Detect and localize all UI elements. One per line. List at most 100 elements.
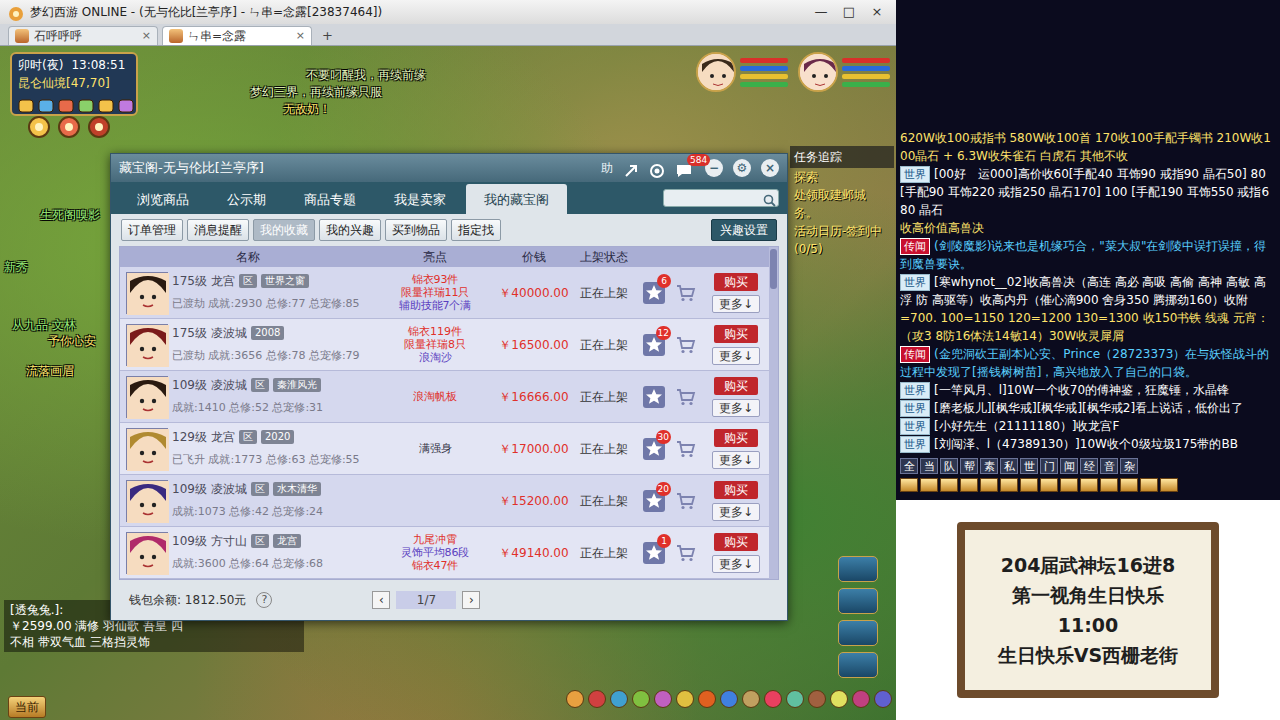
- buy-button[interactable]: 购买: [714, 325, 758, 343]
- buy-button[interactable]: 购买: [714, 273, 758, 291]
- subnav-button[interactable]: 我的收藏: [253, 219, 315, 241]
- emblem-icon[interactable]: [58, 116, 80, 138]
- chat-tool-icon[interactable]: [1060, 478, 1078, 492]
- subnav-button[interactable]: 我的兴趣: [319, 219, 381, 241]
- chat-tool-icon[interactable]: [940, 478, 958, 492]
- chat-tool-icon[interactable]: [1160, 478, 1178, 492]
- more-button[interactable]: 更多↓: [712, 399, 760, 417]
- buy-button[interactable]: 购买: [714, 377, 758, 395]
- prev-page[interactable]: ‹: [372, 591, 390, 609]
- character-avatar-icon[interactable]: [126, 532, 168, 574]
- channel-filter[interactable]: 世: [1020, 458, 1038, 474]
- channel-filter[interactable]: 私: [1000, 458, 1018, 474]
- chat-tool-icon[interactable]: [980, 478, 998, 492]
- task-title[interactable]: 任务追踪: [790, 146, 894, 168]
- table-row[interactable]: 129级龙宫区2020已飞升 成就:1773 总修:63 总宠修:55满强身￥1…: [120, 423, 769, 475]
- buy-button[interactable]: 购买: [714, 533, 758, 551]
- cart-icon[interactable]: [675, 334, 697, 356]
- character-avatar-icon[interactable]: [126, 376, 168, 418]
- chat-tool-icon[interactable]: [1000, 478, 1018, 492]
- subnav-button[interactable]: 订单管理: [121, 219, 183, 241]
- skill-icon[interactable]: [830, 690, 848, 708]
- subnav-button[interactable]: 买到物品: [385, 219, 447, 241]
- favorite-star-icon[interactable]: 1: [643, 542, 665, 564]
- magnifier-icon[interactable]: [763, 191, 776, 204]
- menu-icon[interactable]: [18, 96, 34, 112]
- record-icon[interactable]: [649, 160, 665, 176]
- menu-icon[interactable]: [838, 556, 878, 582]
- skill-icon[interactable]: [698, 690, 716, 708]
- scrollbar[interactable]: [769, 247, 778, 579]
- menu-icon[interactable]: [838, 620, 878, 646]
- menu-icon[interactable]: [78, 96, 94, 112]
- chat-tool-icon[interactable]: [1020, 478, 1038, 492]
- table-row[interactable]: 109级凌波城区水木清华成就:1073 总修:42 总宠修:24￥15200.0…: [120, 475, 769, 527]
- more-button[interactable]: 更多↓: [712, 295, 760, 313]
- table-row[interactable]: 175级龙宫区世界之窗已渡劫 成就:2930 总修:77 总宠修:85锦衣93件…: [120, 267, 769, 319]
- cart-icon[interactable]: [675, 438, 697, 460]
- channel-filter[interactable]: 音: [1100, 458, 1118, 474]
- cart-icon[interactable]: [675, 542, 697, 564]
- channel-filter[interactable]: 当: [920, 458, 938, 474]
- more-button[interactable]: 更多↓: [712, 347, 760, 365]
- chat-tool-icon[interactable]: [1040, 478, 1058, 492]
- skill-icon[interactable]: [808, 690, 826, 708]
- channel-filter[interactable]: 全: [900, 458, 918, 474]
- nav-tab[interactable]: 我的藏宝阁: [466, 184, 567, 215]
- cart-icon[interactable]: [675, 490, 697, 512]
- menu-icon[interactable]: [118, 96, 134, 112]
- channel-filter[interactable]: 经: [1080, 458, 1098, 474]
- skill-icon[interactable]: [764, 690, 782, 708]
- channel-filter[interactable]: 素: [980, 458, 998, 474]
- browser-tab[interactable]: 石呼呼呼×: [8, 26, 158, 45]
- menu-icon[interactable]: [838, 588, 878, 614]
- subnav-button[interactable]: 消息提醒: [187, 219, 249, 241]
- channel-tag[interactable]: 世界: [900, 400, 930, 417]
- character-avatar-icon[interactable]: [126, 428, 168, 470]
- message-button[interactable]: 584: [675, 160, 695, 176]
- character-portrait-icon[interactable]: [696, 52, 736, 92]
- channel-tag[interactable]: 传闻: [900, 346, 930, 363]
- wallet-help[interactable]: ?: [256, 592, 272, 608]
- menu-icon[interactable]: [58, 96, 74, 112]
- chat-tool-icon[interactable]: [1080, 478, 1098, 492]
- game-scene[interactable]: 卯时(夜)13:08:51昆仑仙境[47,70]不要叼醒我，再续前缘梦幻三界，再…: [0, 46, 896, 720]
- nav-tab[interactable]: 我是卖家: [376, 184, 464, 215]
- nav-tab[interactable]: 浏览商品: [119, 184, 207, 215]
- skill-icon[interactable]: [742, 690, 760, 708]
- table-row[interactable]: 109级方寸山区龙宫成就:3600 总修:64 总宠修:68九尾冲霄灵饰平均86…: [120, 527, 769, 579]
- emblem-icon[interactable]: [88, 116, 110, 138]
- chat-tool-icon[interactable]: [1140, 478, 1158, 492]
- menu-icon[interactable]: [838, 652, 878, 678]
- nav-tab[interactable]: 公示期: [209, 184, 284, 215]
- favorite-star-icon[interactable]: 12: [643, 334, 665, 356]
- chat-tool-icon[interactable]: [920, 478, 938, 492]
- favorite-star-icon[interactable]: [643, 386, 665, 408]
- task-line[interactable]: (0/5): [790, 240, 894, 258]
- share-icon[interactable]: [623, 160, 639, 176]
- favorite-star-icon[interactable]: 30: [643, 438, 665, 460]
- buy-button[interactable]: 购买: [714, 429, 758, 447]
- subnav-button[interactable]: 指定找: [451, 219, 501, 241]
- next-page[interactable]: ›: [462, 591, 480, 609]
- skill-icon[interactable]: [720, 690, 738, 708]
- chat-tool-icon[interactable]: [1120, 478, 1138, 492]
- table-row[interactable]: 109级凌波城区秦淮风光成就:1410 总修:52 总宠修:31浪淘帆板￥166…: [120, 371, 769, 423]
- window-control[interactable]: □: [838, 2, 860, 22]
- chat-tool-icon[interactable]: [960, 478, 978, 492]
- menu-icon[interactable]: [98, 96, 114, 112]
- window-control[interactable]: —: [810, 2, 832, 22]
- channel-tag[interactable]: 传闻: [900, 238, 930, 255]
- buy-button[interactable]: 购买: [714, 481, 758, 499]
- menu-icon[interactable]: [38, 96, 54, 112]
- cart-icon[interactable]: [675, 386, 697, 408]
- channel-filter[interactable]: 门: [1040, 458, 1058, 474]
- favorite-star-icon[interactable]: 20: [643, 490, 665, 512]
- task-line[interactable]: 务。: [790, 204, 894, 222]
- task-line[interactable]: 处领取建邺城: [790, 186, 894, 204]
- task-line[interactable]: 探索: [790, 168, 894, 186]
- skill-icon[interactable]: [874, 690, 892, 708]
- skill-icon[interactable]: [632, 690, 650, 708]
- skill-icon[interactable]: [654, 690, 672, 708]
- task-line[interactable]: 活动日历-签到中: [790, 222, 894, 240]
